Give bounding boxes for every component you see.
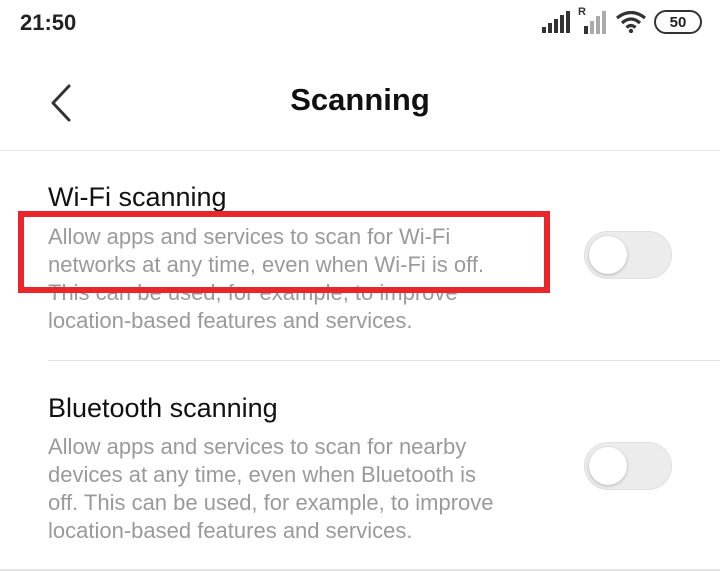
description-line: Allow apps and services to scan for Wi-F… bbox=[48, 224, 451, 249]
toggle-knob bbox=[589, 236, 627, 274]
wifi-scanning-toggle[interactable] bbox=[584, 231, 672, 279]
toggle-knob bbox=[589, 447, 627, 485]
description-line: location-based features and services. bbox=[48, 308, 413, 333]
setting-row-bluetooth-scanning[interactable]: Bluetooth scanning Allow apps and servic… bbox=[0, 361, 720, 569]
signal-icon bbox=[542, 11, 570, 33]
description-line: off. This can be used, for example, to i… bbox=[48, 490, 494, 515]
description-line: devices at any time, even when Bluetooth… bbox=[48, 462, 477, 487]
status-icons: R 50 bbox=[542, 6, 702, 34]
setting-description: Allow apps and services to scan for near… bbox=[48, 433, 548, 545]
page-title: Scanning bbox=[290, 82, 430, 117]
setting-row-wifi-scanning[interactable]: Wi-Fi scanning Allow apps and services t… bbox=[0, 150, 720, 360]
roaming-signal-icon: R bbox=[578, 6, 608, 34]
description-line: networks at any time, even when Wi-Fi is… bbox=[48, 252, 485, 277]
setting-description: Allow apps and services to scan for Wi-F… bbox=[48, 223, 548, 335]
status-time: 21:50 bbox=[20, 10, 77, 35]
bluetooth-scanning-toggle[interactable] bbox=[584, 442, 672, 490]
description-line: Allow apps and services to scan for near… bbox=[48, 434, 467, 459]
app-header: Scanning bbox=[0, 62, 720, 142]
wifi-icon bbox=[616, 11, 646, 33]
setting-title: Wi-Fi scanning bbox=[48, 182, 227, 212]
battery-icon: 50 bbox=[654, 10, 702, 34]
battery-level: 50 bbox=[669, 13, 687, 31]
description-line: This can be used, for example, to improv… bbox=[48, 280, 458, 305]
setting-title: Bluetooth scanning bbox=[48, 393, 278, 423]
description-line: location-based features and services. bbox=[48, 518, 413, 543]
status-bar: 21:50 R 50 bbox=[0, 0, 720, 48]
